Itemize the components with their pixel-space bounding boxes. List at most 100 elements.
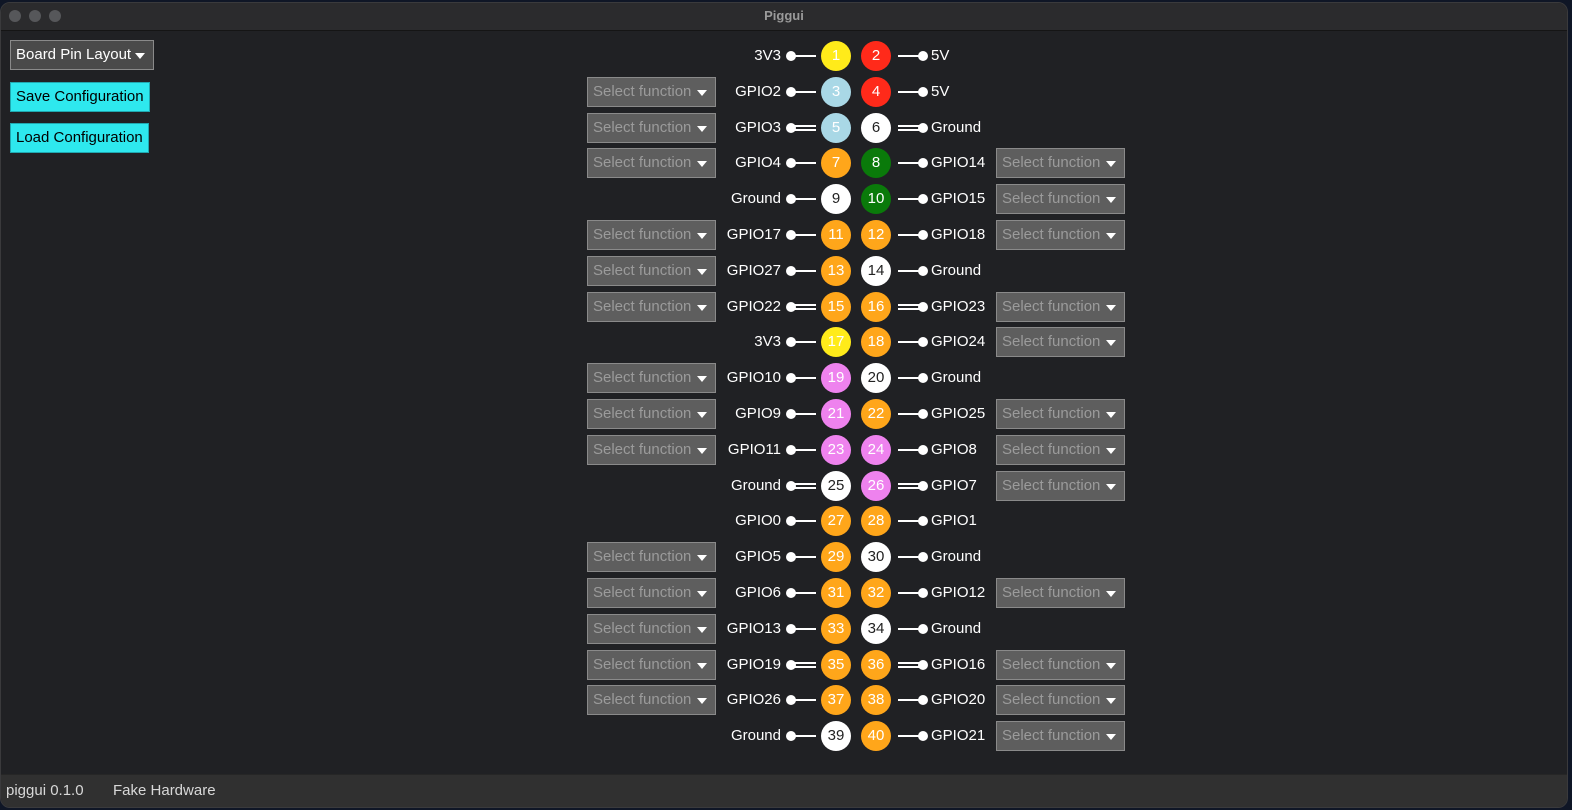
pin-12-label: GPIO18: [931, 226, 986, 243]
pin-8-circle[interactable]: 8: [861, 148, 891, 178]
pin-12-connector: [896, 229, 928, 241]
connector-line: [898, 699, 920, 701]
pin-10-circle[interactable]: 10: [861, 184, 891, 214]
pin-11-circle[interactable]: 11: [821, 220, 851, 250]
pin-34-circle[interactable]: 34: [861, 614, 891, 644]
pin-22-circle[interactable]: 22: [861, 399, 891, 429]
function-select-placeholder: Select function: [1002, 154, 1101, 171]
pin-32-circle[interactable]: 32: [861, 578, 891, 608]
pin-23-circle[interactable]: 23: [821, 435, 851, 465]
pin-26-circle[interactable]: 26: [861, 471, 891, 501]
pin-2-circle[interactable]: 2: [861, 41, 891, 71]
pin-15-circle[interactable]: 15: [821, 292, 851, 322]
pin-15-function-select[interactable]: Select function: [587, 292, 716, 322]
pin-row: Ground 9 Select function GPIO15 10: [1, 184, 1567, 214]
pin-7-function-select[interactable]: Select function: [587, 148, 716, 178]
pin-12-function-select[interactable]: Select function: [996, 220, 1125, 250]
pin-20-circle[interactable]: 20: [861, 363, 891, 393]
pin-row: Select function GPIO6 31 Select function GPI…: [1, 578, 1567, 608]
pin-16-circle[interactable]: 16: [861, 292, 891, 322]
connector-line: [898, 662, 920, 664]
pin-14-label: Ground: [931, 262, 982, 279]
pin-40-function-select[interactable]: Select function: [996, 721, 1125, 751]
function-select-placeholder: Select function: [593, 83, 692, 100]
pin-33-circle[interactable]: 33: [821, 614, 851, 644]
pin-5-circle[interactable]: 5: [821, 113, 851, 143]
pin-9-circle[interactable]: 9: [821, 184, 851, 214]
pin-35-function-select[interactable]: Select function: [587, 650, 716, 680]
pin-31-function-select[interactable]: Select function: [587, 578, 716, 608]
pin-21-circle[interactable]: 21: [821, 399, 851, 429]
pin-27-circle[interactable]: 27: [821, 506, 851, 536]
pin-3-function-select[interactable]: Select function: [587, 77, 716, 107]
pin-3-circle[interactable]: 3: [821, 77, 851, 107]
pin-26-function-select[interactable]: Select function: [996, 471, 1125, 501]
pin-3-label: GPIO2: [735, 83, 781, 100]
pin-3-connector: [786, 86, 818, 98]
pin-10-function-select[interactable]: Select function: [996, 184, 1125, 214]
pin-22-connector: [896, 408, 928, 420]
function-select-placeholder: Select function: [593, 262, 692, 279]
connector-line: [898, 55, 920, 57]
pin-12-circle[interactable]: 12: [861, 220, 891, 250]
pin-19-circle[interactable]: 19: [821, 363, 851, 393]
pin-29-function-select[interactable]: Select function: [587, 542, 716, 572]
pin-19-connector: [786, 372, 818, 384]
pin-36-circle[interactable]: 36: [861, 650, 891, 680]
pin-30-circle[interactable]: 30: [861, 542, 891, 572]
pin-6-label: Ground: [931, 119, 982, 136]
pin-4-circle[interactable]: 4: [861, 77, 891, 107]
pin-19-function-select[interactable]: Select function: [587, 363, 716, 393]
pin-18-connector: [896, 336, 928, 348]
pin-24-function-select[interactable]: Select function: [996, 435, 1125, 465]
pin-row: 3V3 17 Select function GPIO24 18: [1, 327, 1567, 357]
pin-21-function-select[interactable]: Select function: [587, 399, 716, 429]
pin-row: Select function GPIO22 15 Select function GP…: [1, 292, 1567, 322]
pin-38-function-select[interactable]: Select function: [996, 685, 1125, 715]
function-select-placeholder: Select function: [593, 441, 692, 458]
pin-17-circle[interactable]: 17: [821, 327, 851, 357]
pin-29-circle[interactable]: 29: [821, 542, 851, 572]
pin-33-label: GPIO13: [726, 620, 781, 637]
pin-40-connector: [896, 730, 928, 742]
pin-36-function-select[interactable]: Select function: [996, 650, 1125, 680]
pin-13-label: GPIO27: [726, 262, 781, 279]
pin-13-circle[interactable]: 13: [821, 256, 851, 286]
pin-14-circle[interactable]: 14: [861, 256, 891, 286]
pin-25-circle[interactable]: 25: [821, 471, 851, 501]
chevron-down-icon: [1106, 412, 1116, 418]
pin-39-circle[interactable]: 39: [821, 721, 851, 751]
pin-31-circle[interactable]: 31: [821, 578, 851, 608]
pin-32-label: GPIO12: [931, 584, 986, 601]
pin-37-circle[interactable]: 37: [821, 685, 851, 715]
pin-5-function-select[interactable]: Select function: [587, 113, 716, 143]
pin-38-circle[interactable]: 38: [861, 685, 891, 715]
pin-1-circle[interactable]: 1: [821, 41, 851, 71]
pin-32-connector: [896, 587, 928, 599]
pin-40-circle[interactable]: 40: [861, 721, 891, 751]
chevron-down-icon: [697, 698, 707, 704]
pin-24-connector: [896, 444, 928, 456]
pin-10-connector: [896, 193, 928, 205]
pin-22-function-select[interactable]: Select function: [996, 399, 1125, 429]
pin-7-circle[interactable]: 7: [821, 148, 851, 178]
pin-5-connector: [786, 122, 818, 134]
pin-11-function-select[interactable]: Select function: [587, 220, 716, 250]
pin-20-connector: [896, 372, 928, 384]
pin-24-circle[interactable]: 24: [861, 435, 891, 465]
pin-32-function-select[interactable]: Select function: [996, 578, 1125, 608]
chevron-down-icon: [697, 269, 707, 275]
pin-35-circle[interactable]: 35: [821, 650, 851, 680]
pin-18-function-select[interactable]: Select function: [996, 327, 1125, 357]
connector-line: [794, 487, 816, 489]
pin-23-function-select[interactable]: Select function: [587, 435, 716, 465]
pin-33-function-select[interactable]: Select function: [587, 614, 716, 644]
pin-6-circle[interactable]: 6: [861, 113, 891, 143]
pin-28-circle[interactable]: 28: [861, 506, 891, 536]
connector-line: [794, 162, 816, 164]
pin-16-function-select[interactable]: Select function: [996, 292, 1125, 322]
pin-18-circle[interactable]: 18: [861, 327, 891, 357]
pin-8-function-select[interactable]: Select function: [996, 148, 1125, 178]
pin-37-function-select[interactable]: Select function: [587, 685, 716, 715]
pin-13-function-select[interactable]: Select function: [587, 256, 716, 286]
